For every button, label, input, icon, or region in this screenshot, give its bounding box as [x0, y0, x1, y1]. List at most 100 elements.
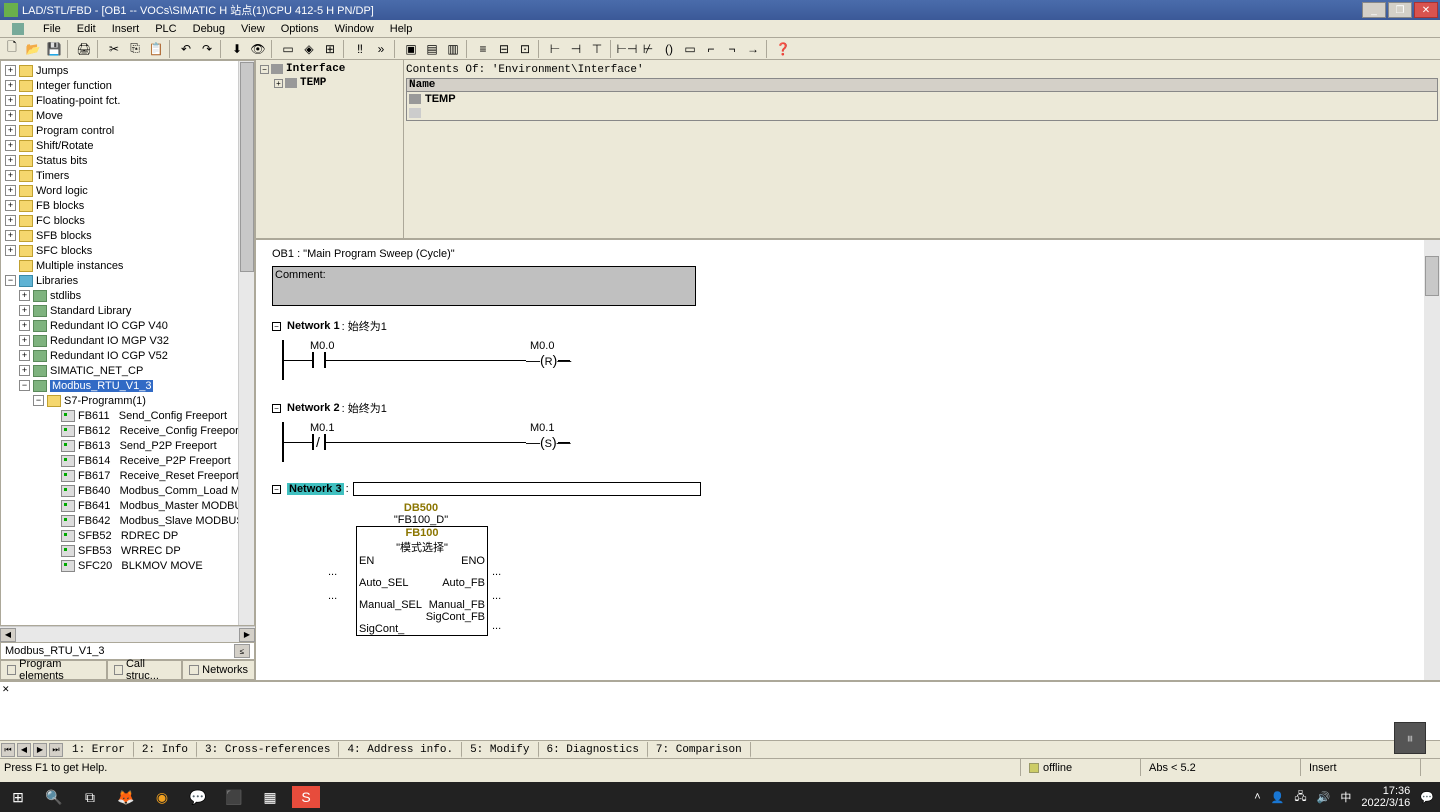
fb-call[interactable]: DB500 "FB100_D" FB100 "模式选择" ENENO Auto_…: [332, 502, 1424, 642]
output-close-button[interactable]: ✕: [2, 684, 12, 694]
collapse-icon[interactable]: −: [272, 322, 281, 331]
editor-scrollbar[interactable]: [1424, 240, 1440, 680]
open-button[interactable]: 📂: [23, 39, 43, 59]
download-button[interactable]: ⬇: [227, 39, 247, 59]
tab-program-elements[interactable]: Program elements: [0, 660, 107, 680]
element-tree[interactable]: +Jumps +Integer function +Floating-point…: [0, 60, 255, 626]
expand-icon[interactable]: +: [274, 79, 283, 88]
tree-scrollbar[interactable]: [238, 61, 254, 625]
taskbar-app2[interactable]: ◉: [144, 782, 180, 812]
undo-button[interactable]: ↶: [176, 39, 196, 59]
app-menu-icon[interactable]: [4, 20, 35, 37]
branch-open[interactable]: ⌐: [701, 39, 721, 59]
restore-button[interactable]: ❐: [1388, 2, 1412, 18]
view-stl[interactable]: ▤: [422, 39, 442, 59]
pause-overlay-icon[interactable]: ⏸: [1394, 722, 1426, 754]
network-editor[interactable]: OB1 : "Main Program Sweep (Cycle)" Comme…: [256, 240, 1440, 680]
coil[interactable]: (): [659, 39, 679, 59]
taskbar-app6[interactable]: S: [292, 786, 320, 808]
output-tab-modify[interactable]: 5: Modify: [462, 742, 538, 758]
output-tab-info[interactable]: 2: Info: [134, 742, 197, 758]
collapse-icon[interactable]: −: [260, 65, 269, 74]
elem-5[interactable]: ⊣: [566, 39, 586, 59]
paste-button[interactable]: 📋: [146, 39, 166, 59]
minimize-button[interactable]: _: [1362, 2, 1386, 18]
monitor-button[interactable]: 👁: [248, 39, 268, 59]
comment-box[interactable]: Comment:: [272, 266, 696, 306]
view-fbd[interactable]: ▥: [443, 39, 463, 59]
start-button[interactable]: ⊞: [0, 782, 36, 812]
output-tab-crossref[interactable]: 3: Cross-references: [197, 742, 339, 758]
save-button[interactable]: 💾: [44, 39, 64, 59]
tray-volume-icon[interactable]: 🔊: [1317, 791, 1331, 804]
contact-nc[interactable]: ⊬: [638, 39, 658, 59]
conn[interactable]: →: [743, 39, 763, 59]
elem-3[interactable]: ⊡: [515, 39, 535, 59]
box[interactable]: ▭: [680, 39, 700, 59]
elem-1[interactable]: ≡: [473, 39, 493, 59]
elem-2[interactable]: ⊟: [494, 39, 514, 59]
branch-close[interactable]: ¬: [722, 39, 742, 59]
help-context-button[interactable]: ❓: [773, 39, 793, 59]
tool-5[interactable]: »: [371, 39, 391, 59]
output-tab-error[interactable]: 1: Error: [64, 742, 134, 758]
output-tab-comparison[interactable]: 7: Comparison: [648, 742, 751, 758]
new-button[interactable]: 🗋: [2, 39, 22, 59]
taskbar-firefox[interactable]: 🦊: [108, 782, 144, 812]
tool-3[interactable]: ⊞: [320, 39, 340, 59]
fb-box[interactable]: FB100 "模式选择" ENENO Auto_SELAuto_FB Manua…: [356, 526, 488, 636]
taskbar-wechat[interactable]: 💬: [180, 782, 216, 812]
network-label-selected[interactable]: Network 3: [287, 483, 344, 495]
print-button[interactable]: 🖨: [74, 39, 94, 59]
contact-no[interactable]: ⊢⊣: [617, 39, 637, 59]
menu-edit[interactable]: Edit: [69, 20, 104, 37]
tray-people-icon[interactable]: 👤: [1271, 791, 1285, 804]
tab-nav-prev[interactable]: ◀: [17, 743, 31, 757]
menu-file[interactable]: File: [35, 20, 69, 37]
taskview-button[interactable]: ⧉: [72, 782, 108, 812]
selection-dropdown-button[interactable]: ≤: [234, 644, 250, 658]
tab-networks[interactable]: Networks: [182, 660, 255, 680]
taskbar-simatic[interactable]: ▦: [252, 782, 288, 812]
view-lad[interactable]: ▣: [401, 39, 421, 59]
tree-hscroll[interactable]: ◀▶: [0, 626, 255, 642]
tray-clock[interactable]: 17:36 2022/3/16: [1361, 785, 1410, 809]
menu-debug[interactable]: Debug: [185, 20, 233, 37]
menu-window[interactable]: Window: [327, 20, 382, 37]
collapse-icon[interactable]: −: [272, 404, 281, 413]
output-tab-diagnostics[interactable]: 6: Diagnostics: [539, 742, 648, 758]
tool-2[interactable]: ◈: [299, 39, 319, 59]
menu-options[interactable]: Options: [273, 20, 327, 37]
interface-table[interactable]: Name TEMP: [406, 78, 1438, 121]
elem-6[interactable]: ⊤: [587, 39, 607, 59]
tab-nav-next[interactable]: ▶: [33, 743, 47, 757]
tray-notifications-icon[interactable]: 💬: [1420, 791, 1434, 804]
tray-ime[interactable]: 中: [1340, 789, 1351, 805]
tray-chevron-icon[interactable]: ˄: [1254, 791, 1260, 803]
network-title-input[interactable]: [353, 482, 701, 496]
ladder-rung[interactable]: M0.0 M0.0 —(R)—: [282, 340, 1424, 380]
tab-call-structure[interactable]: Call struc...: [107, 660, 182, 680]
tool-4[interactable]: ‼: [350, 39, 370, 59]
menu-plc[interactable]: PLC: [147, 20, 184, 37]
interface-tree-pane[interactable]: −Interface +TEMP: [256, 60, 404, 238]
collapse-icon[interactable]: −: [272, 485, 281, 494]
tab-nav-last[interactable]: ⏭: [49, 743, 63, 757]
no-contact[interactable]: [312, 352, 326, 368]
menu-insert[interactable]: Insert: [104, 20, 148, 37]
cut-button[interactable]: ✂: [104, 39, 124, 59]
search-button[interactable]: 🔍: [36, 782, 72, 812]
close-button[interactable]: ✕: [1414, 2, 1438, 18]
tool-1[interactable]: ▭: [278, 39, 298, 59]
nc-contact[interactable]: /: [312, 434, 326, 450]
ladder-rung[interactable]: M0.1 / M0.1 —(S)—: [282, 422, 1424, 462]
taskbar-app4[interactable]: ⬛: [216, 782, 252, 812]
output-tab-address[interactable]: 4: Address info.: [339, 742, 462, 758]
tab-nav-first[interactable]: ⏮: [1, 743, 15, 757]
tray-network-icon[interactable]: 🖧: [1294, 788, 1306, 807]
menu-view[interactable]: View: [233, 20, 273, 37]
elem-4[interactable]: ⊢: [545, 39, 565, 59]
redo-button[interactable]: ↷: [197, 39, 217, 59]
copy-button[interactable]: ⎘: [125, 39, 145, 59]
menu-help[interactable]: Help: [382, 20, 421, 37]
